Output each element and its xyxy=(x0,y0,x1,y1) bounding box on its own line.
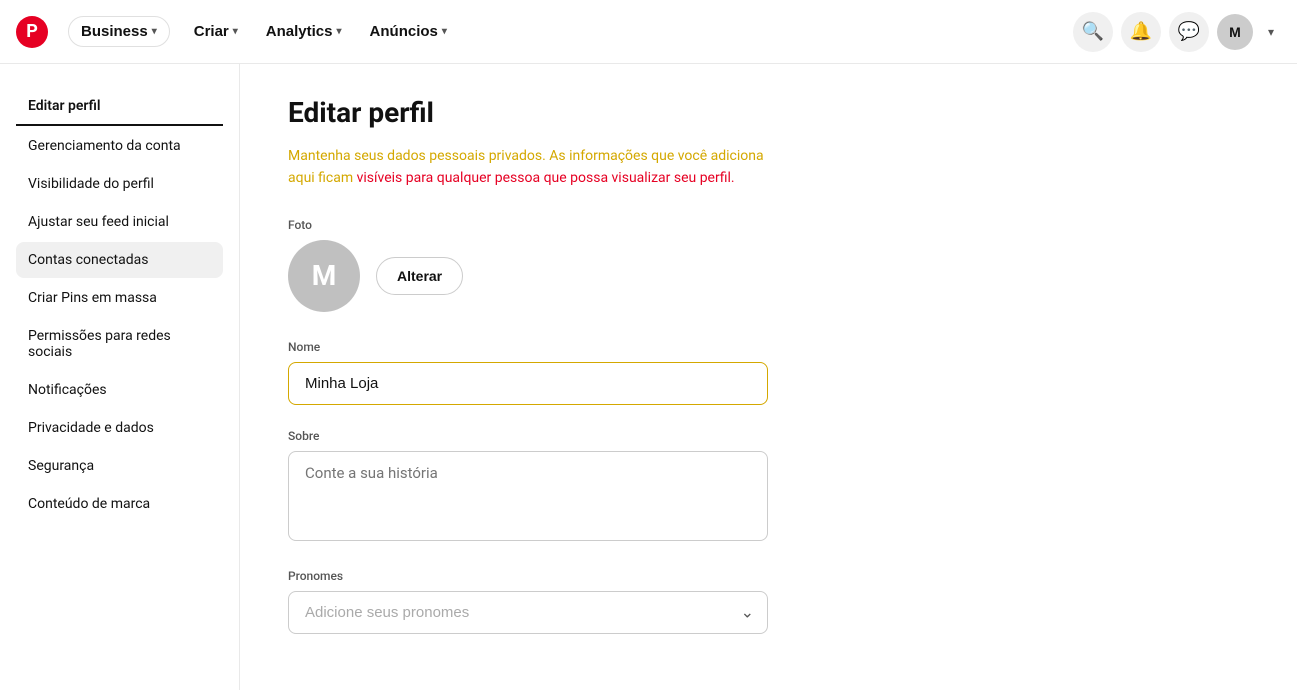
logo-letter: P xyxy=(26,21,38,42)
header-right: 🔍 🔔 💬 M ▾ xyxy=(1073,12,1281,52)
sobre-textarea[interactable] xyxy=(288,451,768,541)
nav-analytics[interactable]: Analytics ▾ xyxy=(262,17,346,46)
account-chevron-icon: ▾ xyxy=(1268,25,1274,39)
header-left: P Business ▾ Criar ▾ Analytics ▾ Anúncio… xyxy=(16,16,451,48)
info-text-highlight2: visíveis para qualquer pessoa que possa … xyxy=(357,170,735,186)
sidebar-item-notificacoes[interactable]: Notificações xyxy=(16,372,223,408)
pronomes-section: Pronomes Adicione seus pronomes ele/dele… xyxy=(288,569,1092,634)
user-avatar-button[interactable]: M xyxy=(1217,14,1253,50)
sidebar-item-label: Notificações xyxy=(28,382,107,398)
sidebar-item-label: Privacidade e dados xyxy=(28,420,154,436)
nav-analytics-label: Analytics xyxy=(266,23,333,40)
photo-controls: M Alterar xyxy=(288,240,1092,312)
search-button[interactable]: 🔍 xyxy=(1073,12,1113,52)
alterar-label: Alterar xyxy=(397,268,442,284)
business-label: Business xyxy=(81,23,148,40)
photo-section: Foto M Alterar xyxy=(288,218,1092,312)
nav-criar-label: Criar xyxy=(194,23,229,40)
sidebar-item-label: Segurança xyxy=(28,458,94,474)
avatar-letter: M xyxy=(312,259,337,292)
avatar-letter: M xyxy=(1229,24,1241,40)
sidebar-item-permissoes[interactable]: Permissões para redes sociais xyxy=(16,318,223,370)
pronomes-select[interactable]: Adicione seus pronomes ele/dele ela/dela… xyxy=(288,591,768,634)
sidebar-item-gerenciamento[interactable]: Gerenciamento da conta xyxy=(16,128,223,164)
main-content: Editar perfil Mantenha seus dados pessoa… xyxy=(240,64,1140,690)
header: P Business ▾ Criar ▾ Analytics ▾ Anúncio… xyxy=(0,0,1297,64)
nav-criar[interactable]: Criar ▾ xyxy=(190,17,242,46)
business-button[interactable]: Business ▾ xyxy=(68,16,170,47)
sidebar-item-label: Ajustar seu feed inicial xyxy=(28,214,169,230)
anuncios-chevron-icon: ▾ xyxy=(442,26,447,37)
pinterest-logo[interactable]: P xyxy=(16,16,48,48)
account-chevron-button[interactable]: ▾ xyxy=(1261,12,1281,52)
nav-anuncios[interactable]: Anúncios ▾ xyxy=(366,17,451,46)
avatar: M xyxy=(288,240,360,312)
page-layout: Editar perfil Gerenciamento da conta Vis… xyxy=(0,64,1297,690)
message-icon: 💬 xyxy=(1178,21,1200,42)
sidebar-item-label: Conteúdo de marca xyxy=(28,496,150,512)
sidebar-item-ajustar-feed[interactable]: Ajustar seu feed inicial xyxy=(16,204,223,240)
sidebar-item-label: Gerenciamento da conta xyxy=(28,138,181,154)
criar-chevron-icon: ▾ xyxy=(233,26,238,37)
nav-anuncios-label: Anúncios xyxy=(370,23,438,40)
pronomes-label: Pronomes xyxy=(288,569,1092,583)
sidebar: Editar perfil Gerenciamento da conta Vis… xyxy=(0,64,240,690)
messages-button[interactable]: 💬 xyxy=(1169,12,1209,52)
sidebar-item-label: Editar perfil xyxy=(28,98,100,114)
sidebar-item-conteudo-marca[interactable]: Conteúdo de marca xyxy=(16,486,223,522)
info-text: Mantenha seus dados pessoais privados. A… xyxy=(288,145,768,190)
nome-section: Nome xyxy=(288,340,1092,405)
sidebar-item-visibilidade[interactable]: Visibilidade do perfil xyxy=(16,166,223,202)
search-icon: 🔍 xyxy=(1082,21,1104,42)
sidebar-item-label: Visibilidade do perfil xyxy=(28,176,154,192)
sidebar-item-label: Permissões para redes sociais xyxy=(28,328,171,360)
page-title: Editar perfil xyxy=(288,96,1092,129)
sobre-label: Sobre xyxy=(288,429,1092,443)
sidebar-item-criar-pins[interactable]: Criar Pins em massa xyxy=(16,280,223,316)
alterar-button[interactable]: Alterar xyxy=(376,257,463,295)
business-chevron-icon: ▾ xyxy=(152,26,157,37)
sidebar-item-privacidade[interactable]: Privacidade e dados xyxy=(16,410,223,446)
photo-label: Foto xyxy=(288,218,1092,232)
analytics-chevron-icon: ▾ xyxy=(337,26,342,37)
nome-input[interactable] xyxy=(288,362,768,405)
sidebar-item-label: Contas conectadas xyxy=(28,252,148,268)
sobre-section: Sobre xyxy=(288,429,1092,545)
sidebar-item-contas-conectadas[interactable]: Contas conectadas xyxy=(16,242,223,278)
sidebar-item-editar-perfil[interactable]: Editar perfil xyxy=(16,88,223,126)
sidebar-item-label: Criar Pins em massa xyxy=(28,290,157,306)
nome-label: Nome xyxy=(288,340,1092,354)
bell-icon: 🔔 xyxy=(1130,21,1152,42)
pronomes-select-wrapper: Adicione seus pronomes ele/dele ela/dela… xyxy=(288,591,768,634)
sidebar-item-seguranca[interactable]: Segurança xyxy=(16,448,223,484)
notifications-button[interactable]: 🔔 xyxy=(1121,12,1161,52)
